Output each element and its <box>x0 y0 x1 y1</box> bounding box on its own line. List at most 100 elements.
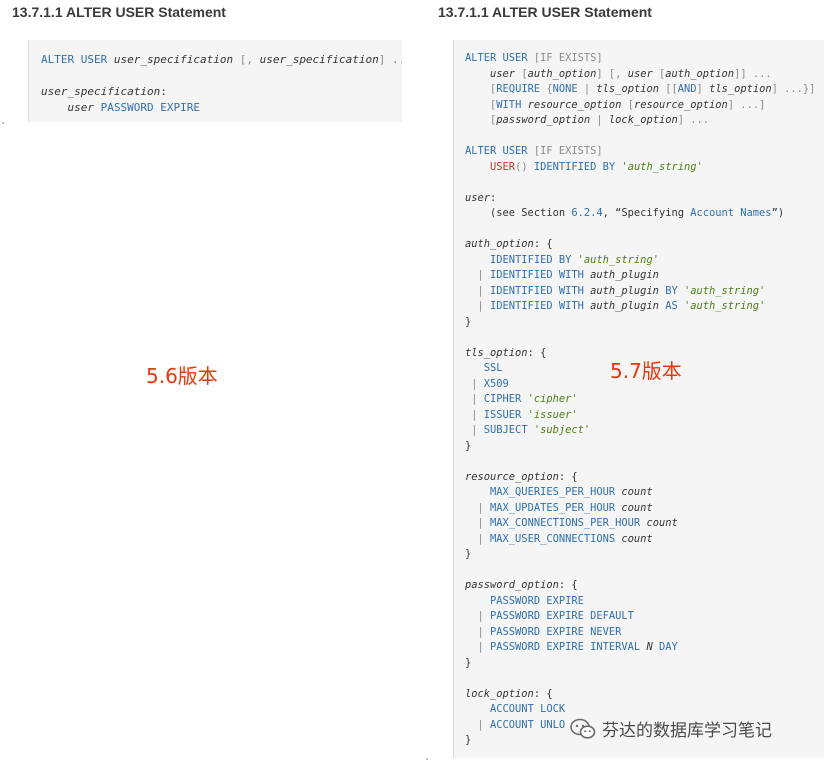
code-token: ]] ... <box>734 67 772 80</box>
code-token: | <box>471 377 484 390</box>
code-line: user: <box>465 191 824 207</box>
code-token: tls_option <box>709 83 772 95</box>
code-token: [IF EXISTS] <box>533 145 603 157</box>
code-line: | PASSWORD EXPIRE DEFAULT <box>465 609 824 625</box>
code-token: 'issuer' <box>527 408 578 421</box>
code-line: } <box>465 656 824 672</box>
code-line: auth_option: { <box>465 237 824 253</box>
code-token: resource_option <box>633 98 728 111</box>
code-token: 6.2.4 <box>571 207 603 219</box>
code-token: : <box>160 85 167 98</box>
code-token: tls_option <box>465 346 528 359</box>
code-token: 'auth_string' <box>683 300 766 312</box>
code-line: | PASSWORD EXPIRE NEVER <box>465 625 824 641</box>
code-token: | <box>477 517 491 529</box>
code-token: BY <box>658 284 684 297</box>
code-token: } <box>465 548 472 560</box>
code-token: [ <box>652 67 666 80</box>
code-token: | <box>577 83 597 95</box>
code-token: user <box>67 101 95 114</box>
code-token: PASSWORD EXPIRE <box>100 101 200 114</box>
code-token: [, <box>233 53 260 66</box>
code-token: IDENTIFIED BY <box>490 253 578 266</box>
code-token: auth_option <box>665 67 735 80</box>
code-line: resource_option: { <box>465 470 824 486</box>
code-line: } <box>465 315 824 331</box>
code-token: AND <box>677 83 697 95</box>
code-token: MAX_USER_CONNECTIONS <box>490 532 622 545</box>
code-line: PASSWORD EXPIRE <box>465 594 824 610</box>
code-line: ALTER USER [IF EXISTS] <box>465 51 824 67</box>
code-token: ”) <box>771 207 785 219</box>
code-token: : { <box>533 238 553 250</box>
watermark-text: 芬达的数据库学习笔记 <box>602 721 772 741</box>
code-token: | <box>477 641 491 653</box>
code-token: tls_option <box>596 83 659 95</box>
code-token: 'subject' <box>533 424 591 436</box>
code-token: : { <box>558 470 578 483</box>
code-line: | IDENTIFIED WITH auth_plugin BY 'auth_s… <box>465 284 824 300</box>
code-token: password_option <box>465 579 559 591</box>
code-block-5-6: ALTER USER user_specification [, user_sp… <box>28 40 402 122</box>
code-token: DAY <box>652 641 678 653</box>
code-token: 'cipher' <box>527 393 578 405</box>
code-token: () <box>515 160 534 173</box>
code-token: PASSWORD EXPIRE <box>490 594 584 607</box>
code-token: ] ... <box>677 114 710 126</box>
code-line: | IDENTIFIED WITH auth_plugin <box>465 268 824 284</box>
code-token: ALTER USER <box>465 145 534 157</box>
code-token: Account Names <box>690 207 772 219</box>
section-heading-5-7: 13.7.1.1 ALTER USER Statement <box>438 4 652 20</box>
code-line: IDENTIFIED BY 'auth_string' <box>465 253 824 269</box>
code-token: ISSUER <box>483 408 528 421</box>
code-line: [password_option | lock_option] ... <box>465 113 824 129</box>
code-token: X509 <box>483 377 509 390</box>
code-line: | IDENTIFIED WITH auth_plugin AS 'auth_s… <box>465 299 824 315</box>
code-token: | <box>471 393 484 405</box>
code-token: : { <box>527 346 547 359</box>
code-token: user <box>490 67 516 80</box>
code-token: { <box>540 83 553 95</box>
code-token: : <box>490 191 497 204</box>
code-token: | <box>477 284 491 297</box>
divider-mark <box>426 758 428 760</box>
code-token: ACCOUNT UNLO <box>490 718 566 731</box>
code-token: PASSWORD EXPIRE NEVER <box>490 625 622 638</box>
code-token: | <box>471 424 484 436</box>
code-token: MAX_CONNECTIONS_PER_HOUR <box>490 517 647 529</box>
code-token: auth_option <box>527 67 597 80</box>
code-token: auth_plugin <box>590 284 659 297</box>
code-token: SSL <box>483 362 503 374</box>
code-token: | <box>477 718 491 731</box>
code-line: ALTER USER user_specification [, user_sp… <box>41 52 402 68</box>
code-token: count <box>621 486 653 498</box>
code-line: (see Section 6.2.4, “Specifying Account … <box>465 206 824 222</box>
code-token: MAX_UPDATES_PER_HOUR <box>490 501 622 514</box>
version-label-5-6: 5.6版本 <box>146 364 218 388</box>
code-token: [IF EXISTS] <box>533 52 603 64</box>
code-line: } <box>465 547 824 563</box>
code-token: [ <box>621 98 634 111</box>
code-token: count <box>646 517 678 529</box>
code-token: : { <box>558 579 578 591</box>
code-token: | <box>590 114 609 126</box>
watermark: 芬达的数据库学习笔记 <box>570 716 772 741</box>
code-token: } <box>465 315 472 328</box>
